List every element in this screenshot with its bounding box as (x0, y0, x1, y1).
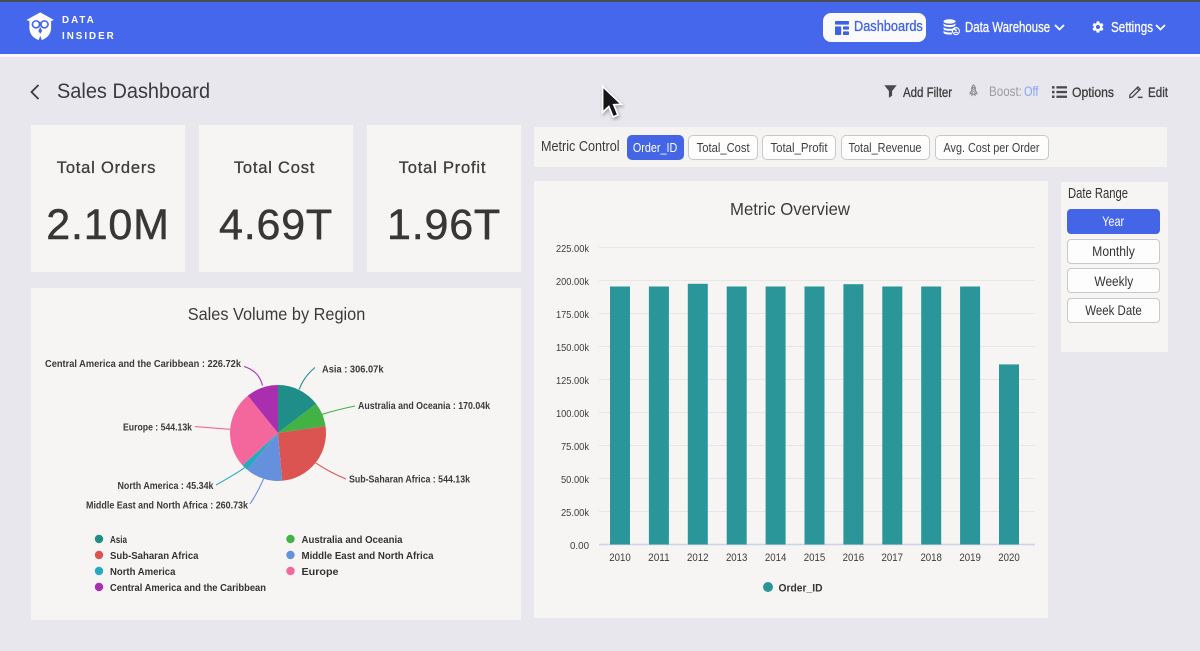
svg-text:Australia and Oceania: Australia and Oceania (302, 534, 403, 546)
svg-text:2014: 2014 (765, 552, 787, 564)
svg-text:225.00k: 225.00k (556, 244, 590, 255)
svg-text:125.00k: 125.00k (556, 376, 590, 387)
svg-text:Metric Overview: Metric Overview (730, 199, 850, 219)
svg-text:North America : 45.34k: North America : 45.34k (118, 480, 214, 492)
svg-text:25.00k: 25.00k (561, 508, 590, 519)
svg-text:2020: 2020 (998, 552, 1020, 564)
svg-text:Central America and the Caribb: Central America and the Caribbean : 226.… (45, 358, 241, 370)
svg-text:2017: 2017 (882, 552, 904, 564)
svg-text:2015: 2015 (804, 552, 826, 564)
svg-text:Asia: Asia (110, 534, 127, 546)
svg-text:Sub-Saharan Africa : 544.13k: Sub-Saharan Africa : 544.13k (349, 474, 470, 486)
svg-text:2013: 2013 (726, 552, 748, 564)
svg-text:Middle East and North Africa :: Middle East and North Africa : 260.73k (86, 500, 248, 512)
svg-text:100.00k: 100.00k (556, 409, 590, 420)
svg-text:Europe: Europe (302, 566, 339, 578)
svg-text:Middle East and North Africa: Middle East and North Africa (302, 550, 434, 562)
svg-text:2018: 2018 (920, 552, 942, 564)
svg-text:50.00k: 50.00k (561, 475, 590, 486)
svg-text:0.00: 0.00 (570, 541, 589, 552)
svg-text:150.00k: 150.00k (556, 343, 590, 354)
svg-text:75.00k: 75.00k (561, 442, 590, 453)
svg-text:2019: 2019 (959, 552, 981, 564)
svg-text:North America: North America (110, 566, 176, 578)
svg-text:200.00k: 200.00k (556, 277, 590, 288)
svg-text:2010: 2010 (609, 552, 631, 564)
svg-text:2012: 2012 (687, 552, 709, 564)
svg-text:Sales Volume by Region: Sales Volume by Region (188, 304, 366, 324)
svg-text:Order_ID: Order_ID (779, 583, 823, 595)
svg-text:Asia : 306.07k: Asia : 306.07k (322, 364, 384, 376)
svg-text:2016: 2016 (843, 552, 865, 564)
svg-text:175.00k: 175.00k (556, 310, 590, 321)
svg-text:Sub-Saharan Africa: Sub-Saharan Africa (110, 550, 199, 562)
svg-text:2011: 2011 (648, 552, 670, 564)
svg-text:Central America and the Caribb: Central America and the Caribbean (110, 582, 266, 594)
svg-text:Australia and Oceania : 170.04: Australia and Oceania : 170.04k (358, 400, 490, 412)
svg-text:Europe : 544.13k: Europe : 544.13k (123, 421, 192, 433)
